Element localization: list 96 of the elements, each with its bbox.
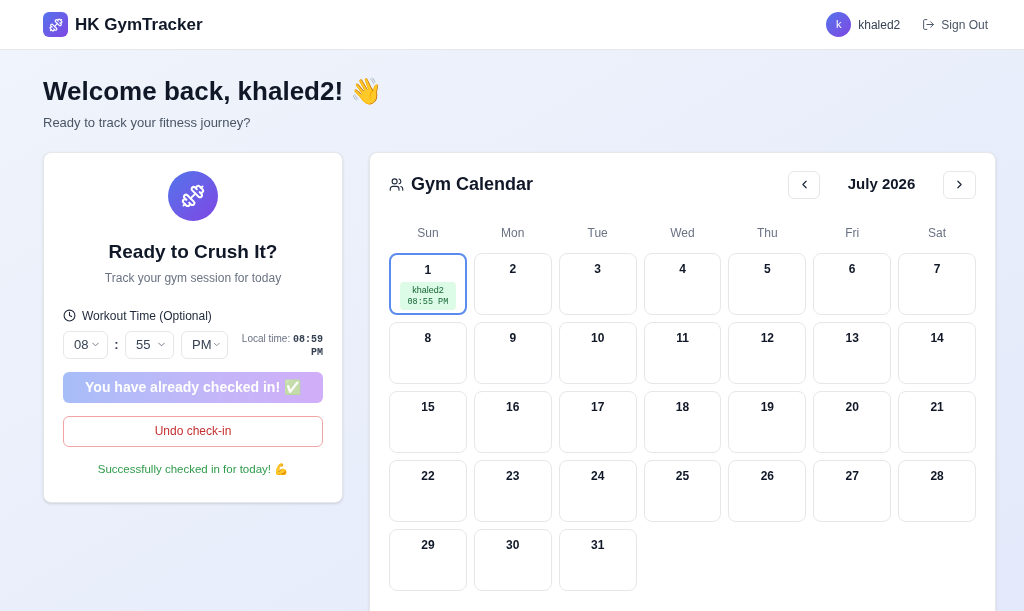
day-number: 11	[676, 330, 689, 345]
next-month-button[interactable]	[943, 170, 976, 199]
day-number: 23	[506, 468, 520, 483]
calendar-day-cell[interactable]: 2	[473, 252, 552, 315]
day-number: 31	[590, 537, 605, 552]
day-number: 30	[506, 537, 520, 552]
period-select[interactable]: PM	[181, 330, 228, 359]
day-number: 17	[590, 399, 605, 414]
day-number: 25	[675, 468, 690, 483]
calendar-day-cell[interactable]: 27	[813, 459, 892, 522]
calendar-day-cell[interactable]: 15	[389, 390, 467, 453]
sign-out-button[interactable]: Sign Out	[922, 15, 988, 34]
weekday-label: Fri	[844, 224, 861, 242]
day-number: 5	[764, 261, 771, 276]
day-number: 22	[421, 468, 435, 483]
calendar-day-cell[interactable]: 23	[473, 459, 552, 522]
previous-month-button[interactable]	[788, 170, 820, 199]
day-number: 10	[590, 330, 605, 345]
day-number: 4	[679, 261, 686, 276]
day-number: 3	[594, 261, 601, 276]
workout-time-label: Workout Time (Optional)	[82, 307, 212, 325]
dumbbell-icon	[43, 12, 68, 37]
day-number: 24	[590, 468, 605, 483]
calendar-day-cell[interactable]: 24	[558, 459, 637, 522]
calendar-day-cell[interactable]: 14	[898, 321, 976, 384]
day-number: 7	[933, 261, 941, 276]
calendar-day-cell[interactable]: 17	[558, 390, 637, 453]
calendar-day-cell[interactable]: 12	[728, 321, 807, 384]
weekday-label: Tue	[586, 224, 609, 242]
day-number: 28	[930, 468, 944, 483]
weekday-label: Sun	[416, 224, 440, 242]
entry-user-name: khaled2	[412, 283, 444, 296]
weekday-label: Wed	[669, 224, 696, 242]
calendar-day-cell[interactable]: 13	[813, 321, 892, 384]
hour-select[interactable]: 08	[63, 330, 108, 359]
calendar-day-cell[interactable]: 7	[898, 252, 976, 315]
calendar-day-cell[interactable]: 11	[643, 321, 722, 384]
day-number: 9	[509, 330, 517, 345]
day-number: 1	[424, 262, 432, 277]
undo-checkin-button[interactable]: Undo check-in	[63, 415, 323, 447]
local-time-text: Local time: 08:59 PM	[241, 331, 323, 359]
day-number: 19	[760, 399, 775, 414]
day-number: 15	[421, 399, 435, 414]
day-number: 29	[421, 537, 435, 552]
checkin-subtitle: Track your gym session for today	[103, 269, 283, 287]
time-separator: :	[113, 335, 120, 354]
calendar-day-cell[interactable]: 6	[813, 252, 892, 315]
day-number: 18	[675, 399, 690, 414]
weekday-label: Thu	[756, 224, 779, 242]
users-icon	[389, 177, 404, 192]
day-number: 26	[760, 468, 775, 483]
calendar-day-cell[interactable]: 4	[643, 252, 722, 315]
minute-select[interactable]: 55	[125, 330, 174, 359]
user-name: khaled2	[858, 16, 901, 34]
weekday-label: Mon	[500, 224, 526, 242]
day-number: 2	[509, 261, 517, 276]
calendar-day-cell[interactable]: 10	[558, 321, 637, 384]
day-number: 16	[506, 399, 520, 414]
month-label: July 2026	[846, 174, 917, 195]
calendar-day-cell[interactable]: 22	[389, 459, 467, 522]
day-number: 14	[930, 330, 944, 345]
calendar-day-cell[interactable]: 31	[558, 528, 637, 591]
calendar-day-cell[interactable]: 29	[389, 528, 467, 591]
welcome-subtitle: Ready to track your fitness journey?	[43, 114, 252, 132]
calendar-day-cell[interactable]: 8	[389, 321, 467, 384]
success-message: Successfully checked in for today! 💪	[96, 461, 290, 478]
checkin-title: Ready to Crush It?	[107, 239, 279, 264]
day-number: 8	[424, 330, 432, 345]
app-name: HK GymTracker	[75, 13, 203, 36]
calendar-day-cell[interactable]: 1 khaled2 08:55 PM	[389, 252, 467, 315]
weekday-label: Sat	[927, 224, 948, 242]
day-number: 13	[845, 330, 859, 345]
clock-icon	[63, 309, 76, 322]
calendar-day-cell[interactable]: 30	[473, 528, 552, 591]
entry-time: 08:55 PM	[407, 295, 449, 308]
day-number: 6	[848, 261, 856, 276]
calendar-day-cell[interactable]: 25	[643, 459, 722, 522]
calendar-day-cell[interactable]: 3	[558, 252, 637, 315]
sign-out-icon	[922, 18, 936, 31]
calendar-day-cell[interactable]: 19	[728, 390, 807, 453]
welcome-heading: Welcome back, khaled2! 👋	[43, 75, 384, 107]
calendar-day-cell[interactable]: 28	[898, 459, 976, 522]
day-number: 12	[760, 330, 775, 345]
calendar-day-cell[interactable]: 16	[473, 390, 552, 453]
calendar-title: Gym Calendar	[411, 173, 534, 196]
calendar-day-cell[interactable]: 18	[643, 390, 722, 453]
calendar-day-cell[interactable]: 20	[813, 390, 892, 453]
calendar-day-cell[interactable]: 5	[728, 252, 807, 315]
calendar-day-cell[interactable]: 21	[898, 390, 976, 453]
calendar-day-cell[interactable]: 26	[728, 459, 807, 522]
calendar-day-cell[interactable]: 9	[473, 321, 552, 384]
day-number: 20	[845, 399, 859, 414]
day-number: 27	[845, 468, 859, 483]
day-number: 21	[930, 399, 944, 414]
dumbbell-icon	[168, 170, 218, 221]
user-avatar: k	[826, 12, 852, 37]
